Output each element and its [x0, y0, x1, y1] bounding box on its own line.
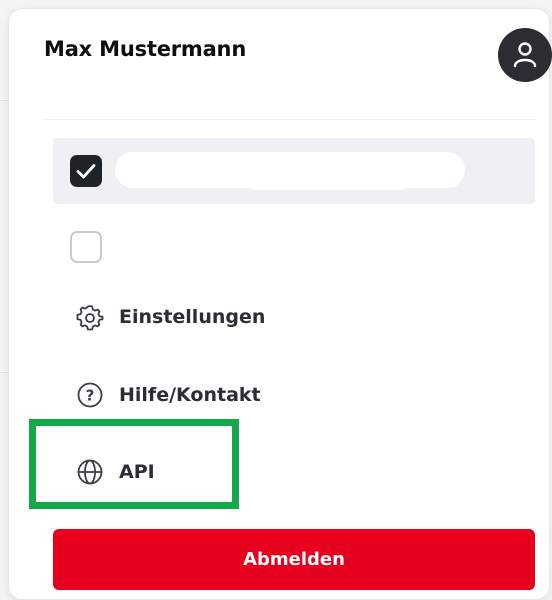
account-item-selected[interactable]: [53, 138, 535, 204]
svg-text:?: ?: [86, 387, 95, 405]
avatar-button[interactable]: [498, 28, 552, 82]
checkmark-icon: [76, 164, 96, 179]
gear-icon: [75, 302, 105, 332]
background-line: [0, 372, 8, 373]
highlight-annotation: [29, 419, 239, 509]
logout-button[interactable]: Abmelden: [53, 529, 535, 590]
divider: [45, 119, 535, 120]
account-item-unselected[interactable]: [53, 214, 535, 280]
user-name: Max Mustermann: [44, 37, 247, 61]
menu-item-label: Einstellungen: [119, 306, 266, 328]
user-icon: [513, 42, 537, 68]
menu-item-label: Hilfe/Kontakt: [119, 384, 261, 406]
account-checkbox-checked[interactable]: [70, 155, 102, 187]
menu-item-einstellungen[interactable]: Einstellungen: [75, 295, 265, 339]
redacted-account-name-part: [243, 166, 413, 190]
user-menu-panel: Max Mustermann Einstellungen ? Hilfe/Kon…: [8, 8, 552, 600]
background-line: [0, 100, 8, 101]
help-circle-icon: ?: [75, 380, 105, 410]
menu-item-hilfe-kontakt[interactable]: ? Hilfe/Kontakt: [75, 373, 261, 417]
account-checkbox-unchecked[interactable]: [70, 231, 102, 263]
